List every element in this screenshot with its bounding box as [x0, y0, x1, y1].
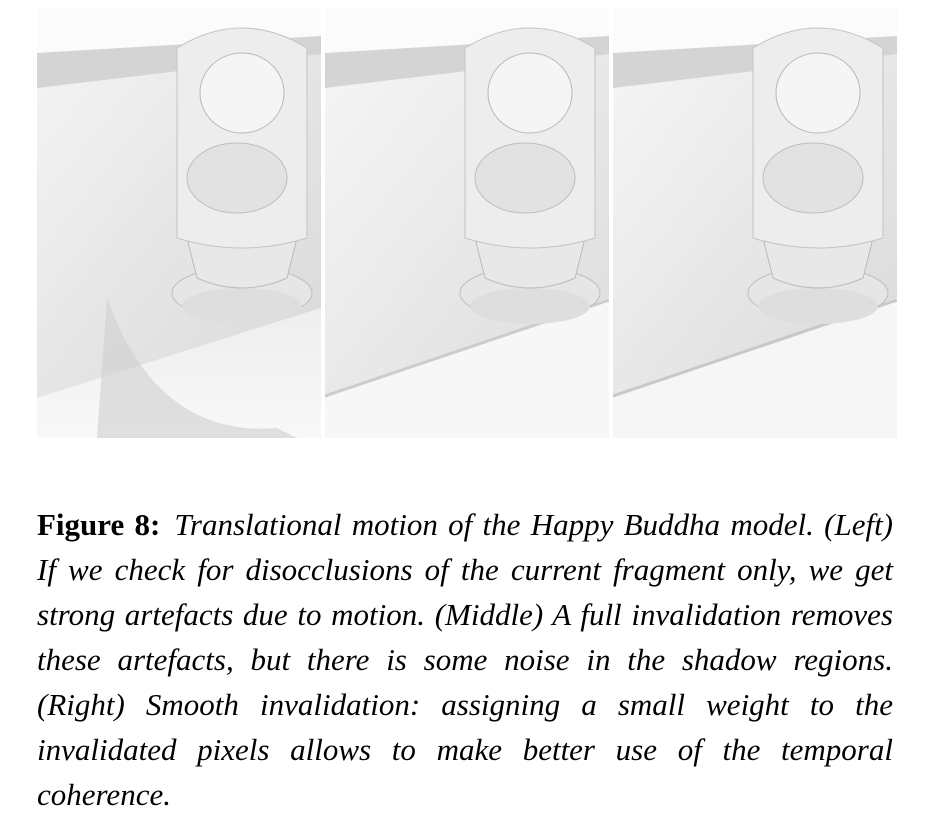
panel-left-disocclusion-only — [37, 8, 321, 438]
figure-label: Figure 8: — [37, 507, 161, 542]
buddha-render-middle — [325, 8, 609, 438]
figure-caption: Figure 8: Translational motion of the Hap… — [37, 502, 893, 817]
panel-right-smooth-invalidation — [613, 8, 897, 438]
buddha-render-right — [613, 8, 897, 438]
buddha-render-left — [37, 8, 321, 438]
figure-8-panels — [37, 8, 897, 438]
panel-middle-full-invalidation — [325, 8, 609, 438]
caption-text: Translational motion of the Happy Buddha… — [37, 507, 893, 812]
